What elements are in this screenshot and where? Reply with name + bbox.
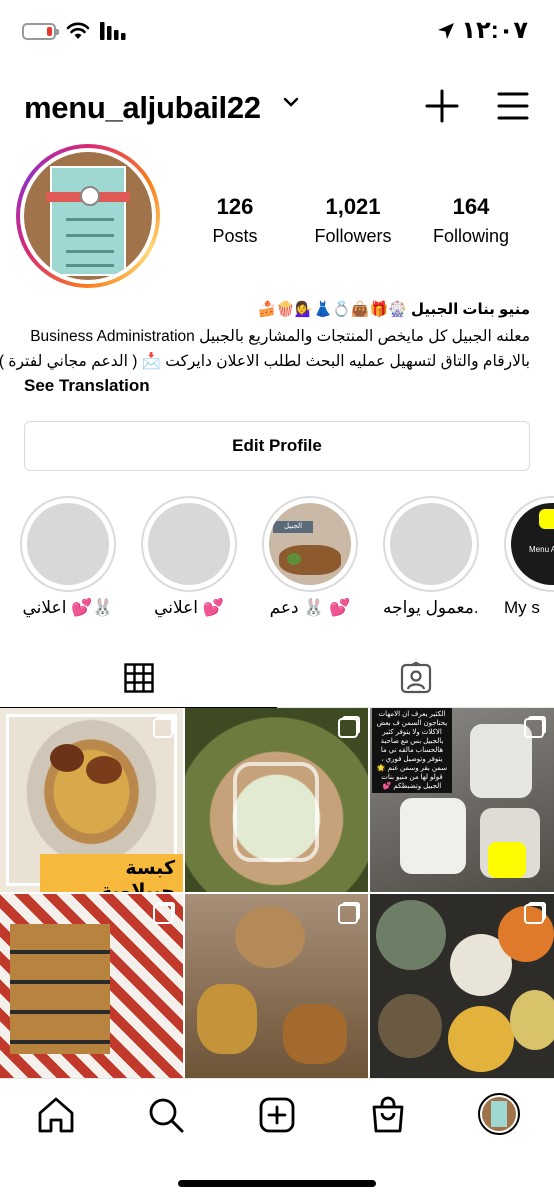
profile-tabs (0, 648, 554, 708)
post-thumbnail[interactable] (185, 894, 368, 1078)
grid-icon (123, 663, 154, 693)
stat-followers[interactable]: 1,021 Followers (303, 194, 403, 247)
chevron-down-icon[interactable] (283, 96, 299, 108)
menu-card-graphic (46, 166, 130, 276)
status-right: ١٢:٠٧ (437, 16, 528, 45)
highlight-ring (383, 496, 479, 592)
cellular-signal-icon (100, 22, 126, 40)
stat-posts-label: Posts (212, 226, 258, 246)
post-thumbnail[interactable]: الكثير يعرف ان الامهات يحتاجون السمن ف ب… (370, 708, 554, 892)
home-indicator (178, 1180, 376, 1187)
snapchat-icon (488, 842, 526, 878)
highlight-label: اعلاني 💕 (154, 598, 224, 617)
post-thumbnail[interactable] (0, 894, 183, 1078)
status-time: ١٢:٠٧ (461, 17, 528, 44)
posts-grid: كبسة جبيلاوية الكثير يعرف ان الامهات يحت… (0, 708, 554, 1078)
stat-posts-value: 126 (216, 194, 254, 219)
highlight-label: دعم 🐰 💕 (269, 598, 351, 617)
home-icon[interactable] (36, 1095, 76, 1135)
highlight-ring (141, 496, 237, 592)
search-icon[interactable] (146, 1095, 186, 1135)
food-trays-image (10, 924, 110, 1054)
bio-display-name: منيو بنات الجبيل 🎡🎁👜💍👗💁‍♀️🍿🍰 (257, 301, 530, 318)
multi-photo-icon (338, 718, 358, 738)
profile-avatar[interactable] (478, 1093, 520, 1135)
highlight-ring: الجبيل (262, 496, 358, 592)
tagged-user-icon (400, 662, 431, 694)
battery-level (47, 26, 52, 36)
highlight-ring: Menu Al (504, 496, 554, 592)
highlight-cover (27, 503, 109, 585)
edit-profile-button[interactable]: Edit Profile (24, 421, 530, 471)
see-translation-link[interactable]: See Translation (24, 376, 530, 396)
avatar-image (24, 152, 152, 280)
stat-posts[interactable]: 126 Posts (195, 194, 275, 247)
wifi-icon (66, 22, 90, 39)
highlight-label: معمول يواجه... (383, 598, 479, 617)
post-overlay-text: الكثير يعرف ان الامهات يحتاجون السمن ف ب… (372, 708, 452, 793)
highlight-label: اعلاني 💕🐰 (22, 598, 114, 617)
multi-photo-icon (524, 904, 544, 924)
multi-photo-icon (153, 904, 173, 924)
glass-jar-image (233, 762, 319, 862)
shop-bag-icon[interactable] (368, 1095, 408, 1135)
highlight-cover (390, 503, 472, 585)
add-post-icon[interactable] (257, 1095, 297, 1135)
highlight-cover-title: Menu Al (529, 545, 554, 554)
highlight-cover-tag: الجبيل (273, 521, 313, 533)
snapchat-icon (539, 509, 554, 529)
status-bar: ١٢:٠٧ (0, 0, 554, 68)
highlight-cover: Menu Al (511, 503, 554, 585)
stat-following-value: 164 (452, 194, 490, 219)
profile-header: menu_aljubail22 (0, 80, 554, 136)
post-thumbnail[interactable] (370, 894, 554, 1078)
multi-photo-icon (524, 718, 544, 738)
highlight-ring (20, 496, 116, 592)
highlight-cover: الجبيل (269, 503, 351, 585)
highlight-item[interactable]: اعلاني 💕🐰 (20, 496, 116, 618)
bio-line-2: بالارقام والتاق لتسهيل عمليه البحث لطلب … (0, 353, 530, 370)
highlight-item[interactable]: معمول يواجه... (383, 496, 479, 618)
status-left (22, 22, 126, 40)
plus-icon[interactable] (424, 88, 460, 124)
post-thumbnail[interactable]: كبسة جبيلاوية (0, 708, 183, 892)
stat-following-label: Following (432, 226, 510, 246)
post-overlay-text: كبسة جبيلاوية (40, 854, 183, 892)
highlight-item[interactable]: الجبيل دعم 🐰 💕 (262, 496, 358, 618)
username-switcher[interactable]: menu_aljubail22 (24, 90, 261, 126)
multi-photo-icon (338, 904, 358, 924)
highlight-item[interactable]: Menu Al My s (504, 496, 554, 618)
highlight-label: My s (504, 598, 540, 617)
stat-followers-label: Followers (314, 226, 392, 246)
battery-icon (22, 22, 59, 40)
profile-avatar[interactable] (16, 144, 160, 288)
tab-tagged[interactable] (277, 648, 554, 708)
location-arrow-icon (438, 22, 455, 39)
tab-posts-grid[interactable] (0, 648, 277, 708)
bio-line-1: معلنه الجبيل كل مايخص المنتجات والمشاريع… (30, 328, 530, 345)
hamburger-menu-icon[interactable] (496, 90, 530, 122)
stat-following[interactable]: 164 Following (425, 194, 517, 247)
multi-photo-icon (153, 718, 173, 738)
post-thumbnail[interactable] (185, 708, 368, 892)
profile-bio: منيو بنات الجبيل 🎡🎁👜💍👗💁‍♀️🍿🍰 معلنه الجبي… (0, 300, 530, 396)
stat-followers-value: 1,021 (325, 194, 381, 219)
highlight-cover (148, 503, 230, 585)
story-highlights: اعلاني 💕🐰 اعلاني 💕 الجبيل دعم 🐰 💕 معمول … (0, 496, 554, 626)
highlight-item[interactable]: اعلاني 💕 (141, 496, 237, 618)
